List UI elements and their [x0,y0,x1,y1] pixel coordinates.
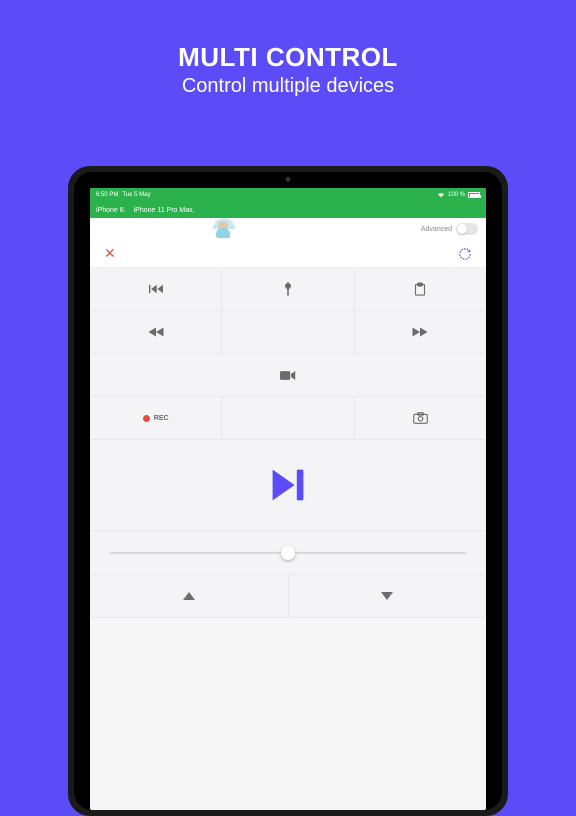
promo-header: MULTI CONTROL Control multiple devices [0,0,576,126]
promo-subtitle: Control multiple devices [0,75,576,98]
fast-forward-button[interactable] [355,311,486,353]
up-button[interactable] [90,575,289,617]
rewind-button[interactable] [90,311,222,353]
triangle-up-icon [183,592,195,600]
device-iphone8[interactable]: iPhone 8. [96,207,126,214]
seek-slider[interactable] [90,531,486,575]
header-row: Advanced [90,218,486,240]
close-icon[interactable]: ✕ [104,245,116,262]
refresh-icon[interactable] [458,247,472,261]
marker-button[interactable] [222,268,354,310]
video-button[interactable] [90,354,486,396]
camera-button[interactable] [355,397,486,439]
battery-percent: 100 % [448,192,465,198]
down-button[interactable] [289,575,487,617]
skip-start-button[interactable] [90,268,222,310]
tablet-camera [286,177,291,182]
advanced-label: Advanced [421,226,452,233]
promo-title: MULTI CONTROL [0,42,576,73]
clipboard-button[interactable] [355,268,486,310]
close-refresh-row: ✕ [90,240,486,268]
advanced-toggle[interactable] [456,223,478,235]
tablet-frame: 6:50 PM Tue 5 May 100 % iPhone 8. iPhone… [68,166,508,816]
device-iphone11promax[interactable]: iPhone 11 Pro Max. [134,207,195,214]
app-screen: 6:50 PM Tue 5 May 100 % iPhone 8. iPhone… [90,188,486,810]
slider-track [110,552,466,554]
triangle-down-icon [381,592,393,600]
battery-icon [468,192,480,198]
connected-devices-bar: iPhone 8. iPhone 11 Pro Max. [90,202,486,218]
status-date: Tue 5 May [122,192,150,198]
spacer-cell-2 [222,397,354,439]
record-button[interactable]: REC [90,397,222,439]
status-bar: 6:50 PM Tue 5 May 100 % [90,188,486,202]
record-label: REC [154,415,169,422]
record-dot-icon [143,415,150,422]
avatar[interactable] [213,218,235,240]
play-next-button[interactable] [90,440,486,530]
spacer-cell [222,311,354,353]
wifi-icon [437,192,445,198]
control-grid: REC [90,268,486,618]
status-time: 6:50 PM [96,192,118,198]
tablet-inner: 6:50 PM Tue 5 May 100 % iPhone 8. iPhone… [74,172,502,810]
slider-thumb[interactable] [281,546,295,560]
